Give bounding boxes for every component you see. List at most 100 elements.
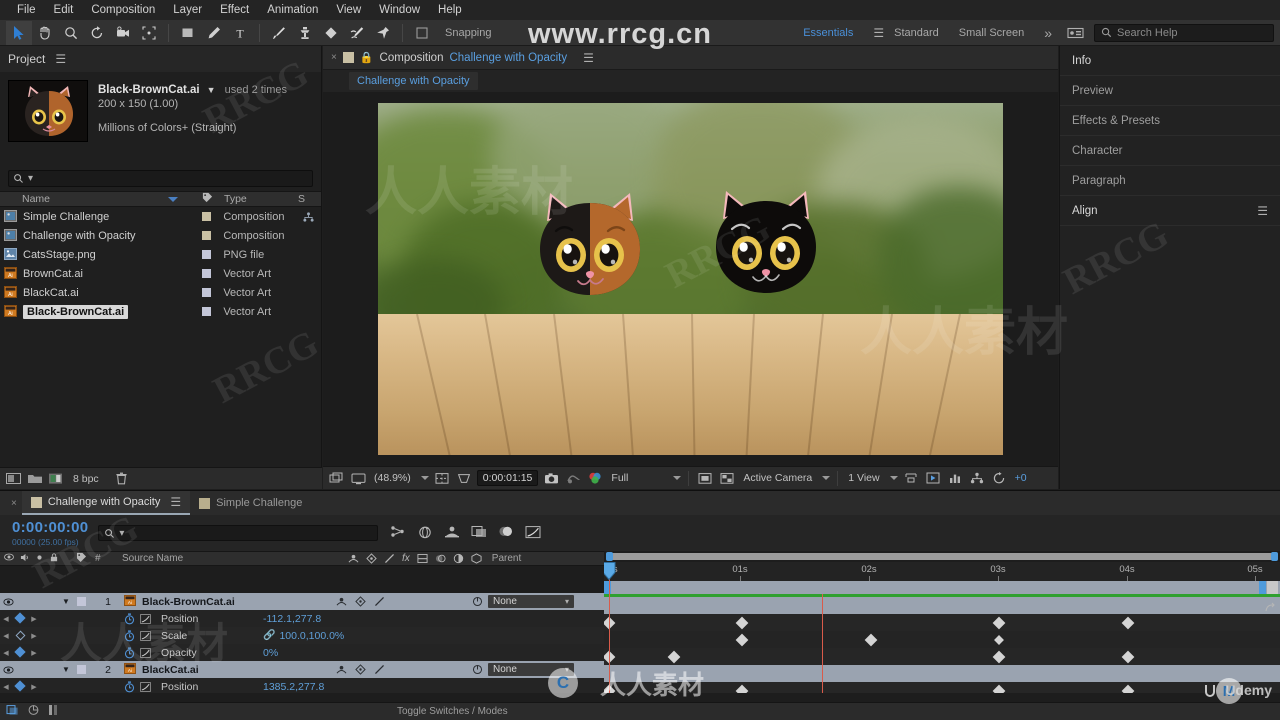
mask-view-icon[interactable]: [718, 470, 736, 487]
column-header-type[interactable]: Type: [218, 193, 296, 205]
brush-tool-icon[interactable]: [266, 21, 292, 45]
composition-canvas[interactable]: [378, 103, 1003, 455]
resolution-dropdown-icon[interactable]: [673, 476, 682, 480]
work-area-end-handle[interactable]: [1259, 581, 1266, 594]
parent-dropdown[interactable]: None ▾: [488, 595, 574, 608]
label-swatch[interactable]: [201, 250, 211, 259]
layer-duration-bar-1[interactable]: [604, 597, 1280, 614]
zoom-dropdown-icon[interactable]: [420, 476, 429, 480]
next-keyframe-arrow[interactable]: ▶: [28, 632, 40, 640]
keyframe[interactable]: [667, 650, 681, 663]
project-panel-menu-icon[interactable]: ☰: [55, 52, 66, 66]
keyframe[interactable]: [1121, 650, 1135, 663]
roto-brush-tool-icon[interactable]: [344, 21, 370, 45]
workspace-bar-icon[interactable]: [1062, 21, 1088, 45]
timeline-graph-icon[interactable]: [946, 470, 964, 487]
column-header-name[interactable]: Name: [0, 193, 196, 205]
keyframe-toggle-icon[interactable]: [12, 645, 28, 659]
prev-keyframe-arrow[interactable]: ◀: [0, 615, 12, 623]
property-row-position[interactable]: ◀ ▶ Position 1385.2,277.8: [0, 678, 604, 693]
composition-stage[interactable]: [323, 92, 1058, 466]
collapse-toggle-icon[interactable]: [355, 596, 366, 607]
pixel-aspect-correction-icon[interactable]: [902, 470, 920, 487]
layer-label-swatch[interactable]: [70, 597, 92, 606]
keyframe[interactable]: [994, 634, 1004, 645]
anchor-point-tool-icon[interactable]: [136, 21, 162, 45]
zoom-level[interactable]: (48.9%): [371, 472, 414, 484]
comp-flowchart-icon[interactable]: [968, 470, 986, 487]
property-row-position[interactable]: ◀ ▶ Position -112.1,277.8: [0, 610, 604, 627]
layer-duration-bar-2[interactable]: [604, 665, 1280, 682]
layer-exp4and-triangle[interactable]: ▼: [62, 665, 70, 674]
timeline-ruler[interactable]: 00s 01s 02s 03s 04s 05s: [604, 562, 1280, 581]
sidebar-item-paragraph[interactable]: Paragraph: [1060, 166, 1280, 196]
view-layout-dropdown-icon[interactable]: [889, 476, 898, 480]
snapshot-icon[interactable]: [542, 470, 560, 487]
timeline-tab-simple-challenge[interactable]: Simple Challenge: [190, 491, 311, 515]
timeline-scrollbar[interactable]: [604, 551, 1280, 562]
workspace-small-screen[interactable]: Small Screen: [949, 27, 1034, 39]
collapse-toggle-icon[interactable]: [355, 664, 366, 675]
motion-blur-footer-icon[interactable]: [48, 704, 59, 719]
keyframe[interactable]: [1121, 684, 1135, 693]
label-swatch[interactable]: [201, 269, 211, 278]
search-dropdown-icon[interactable]: ▾: [28, 173, 33, 184]
menu-item-layer[interactable]: Layer: [164, 0, 211, 20]
prev-keyframe-arrow[interactable]: ◀: [0, 649, 12, 657]
sidebar-item-character[interactable]: Character: [1060, 136, 1280, 166]
camera-tool-icon[interactable]: [110, 21, 136, 45]
keyframe[interactable]: [735, 633, 749, 646]
keyframe[interactable]: [1121, 616, 1135, 629]
graph-pickwhip-icon[interactable]: [1264, 601, 1276, 616]
motion-blur-icon[interactable]: [498, 525, 514, 541]
sidebar-item-preview[interactable]: Preview: [1060, 76, 1280, 106]
keyframe-lane-position-2[interactable]: [604, 682, 1280, 693]
shy-toggle-icon[interactable]: [336, 597, 347, 607]
keyframe-lane-opacity-1[interactable]: [604, 648, 1280, 665]
menu-item-animation[interactable]: Animation: [258, 0, 327, 20]
stopwatch-icon[interactable]: [122, 612, 137, 625]
project-search-input[interactable]: ▾: [8, 170, 313, 187]
keyframe[interactable]: [735, 616, 749, 629]
menu-item-composition[interactable]: Composition: [82, 0, 164, 20]
layer-expand-triangle[interactable]: ▼: [62, 597, 70, 606]
hand-tool-icon[interactable]: [32, 21, 58, 45]
asset-row-black-browncat-ai[interactable]: Ai Black-BrownCat.ai Vector Art: [0, 302, 321, 321]
prev-keyframe-arrow[interactable]: ◀: [0, 632, 12, 640]
timeline-tab-challenge-with-opacity[interactable]: Challenge with Opacity ☰: [21, 491, 191, 515]
keyframe-lane-position-1[interactable]: [604, 614, 1280, 631]
graph-editor-property-icon[interactable]: [137, 681, 153, 692]
quality-toggle-icon[interactable]: [374, 596, 385, 607]
frame-blending-icon[interactable]: [471, 525, 487, 541]
new-composition-icon[interactable]: [6, 472, 21, 485]
property-value[interactable]: -112.1,277.8: [263, 613, 321, 625]
graph-editor-property-icon[interactable]: [137, 613, 153, 624]
keyframe[interactable]: [864, 633, 878, 646]
timeline-graph-area[interactable]: 00s 01s 02s 03s 04s 05s: [604, 551, 1280, 693]
keyframe[interactable]: [992, 616, 1006, 629]
label-swatch[interactable]: [201, 288, 211, 297]
align-panel-menu-icon[interactable]: ☰: [1257, 204, 1268, 218]
snapping-checkbox[interactable]: [409, 21, 435, 45]
property-value[interactable]: 0%: [263, 647, 278, 659]
camera-dropdown-icon[interactable]: [822, 476, 831, 480]
property-row-scale[interactable]: ◀ ▶ Scale 🔗 100.0,100.0%: [0, 627, 604, 644]
view-layout-selector[interactable]: 1 View: [845, 472, 882, 484]
reset-exposure-icon[interactable]: [990, 470, 1008, 487]
graph-editor-property-icon[interactable]: [137, 630, 153, 641]
label-swatch[interactable]: [201, 231, 211, 240]
menu-item-view[interactable]: View: [327, 0, 370, 20]
project-tab-label[interactable]: Project: [8, 52, 45, 66]
graph-editor-icon[interactable]: [525, 525, 541, 542]
workspace-essentials[interactable]: Essentials: [793, 27, 863, 39]
next-keyframe-arrow[interactable]: ▶: [28, 649, 40, 657]
keyframe[interactable]: [735, 684, 749, 693]
property-row-opacity[interactable]: ◀ ▶ Opacity 0%: [0, 644, 604, 661]
asset-row-challenge-with-opacity[interactable]: Challenge with Opacity Composition: [0, 226, 321, 245]
timeline-current-time[interactable]: 0:00:00:00: [12, 519, 88, 536]
search-help-input[interactable]: Search Help: [1094, 23, 1274, 42]
zoom-tool-icon[interactable]: [58, 21, 84, 45]
parent-pickwhip-icon[interactable]: [472, 664, 483, 675]
stopwatch-icon[interactable]: [122, 646, 137, 659]
close-tab-icon[interactable]: ×: [331, 52, 337, 63]
